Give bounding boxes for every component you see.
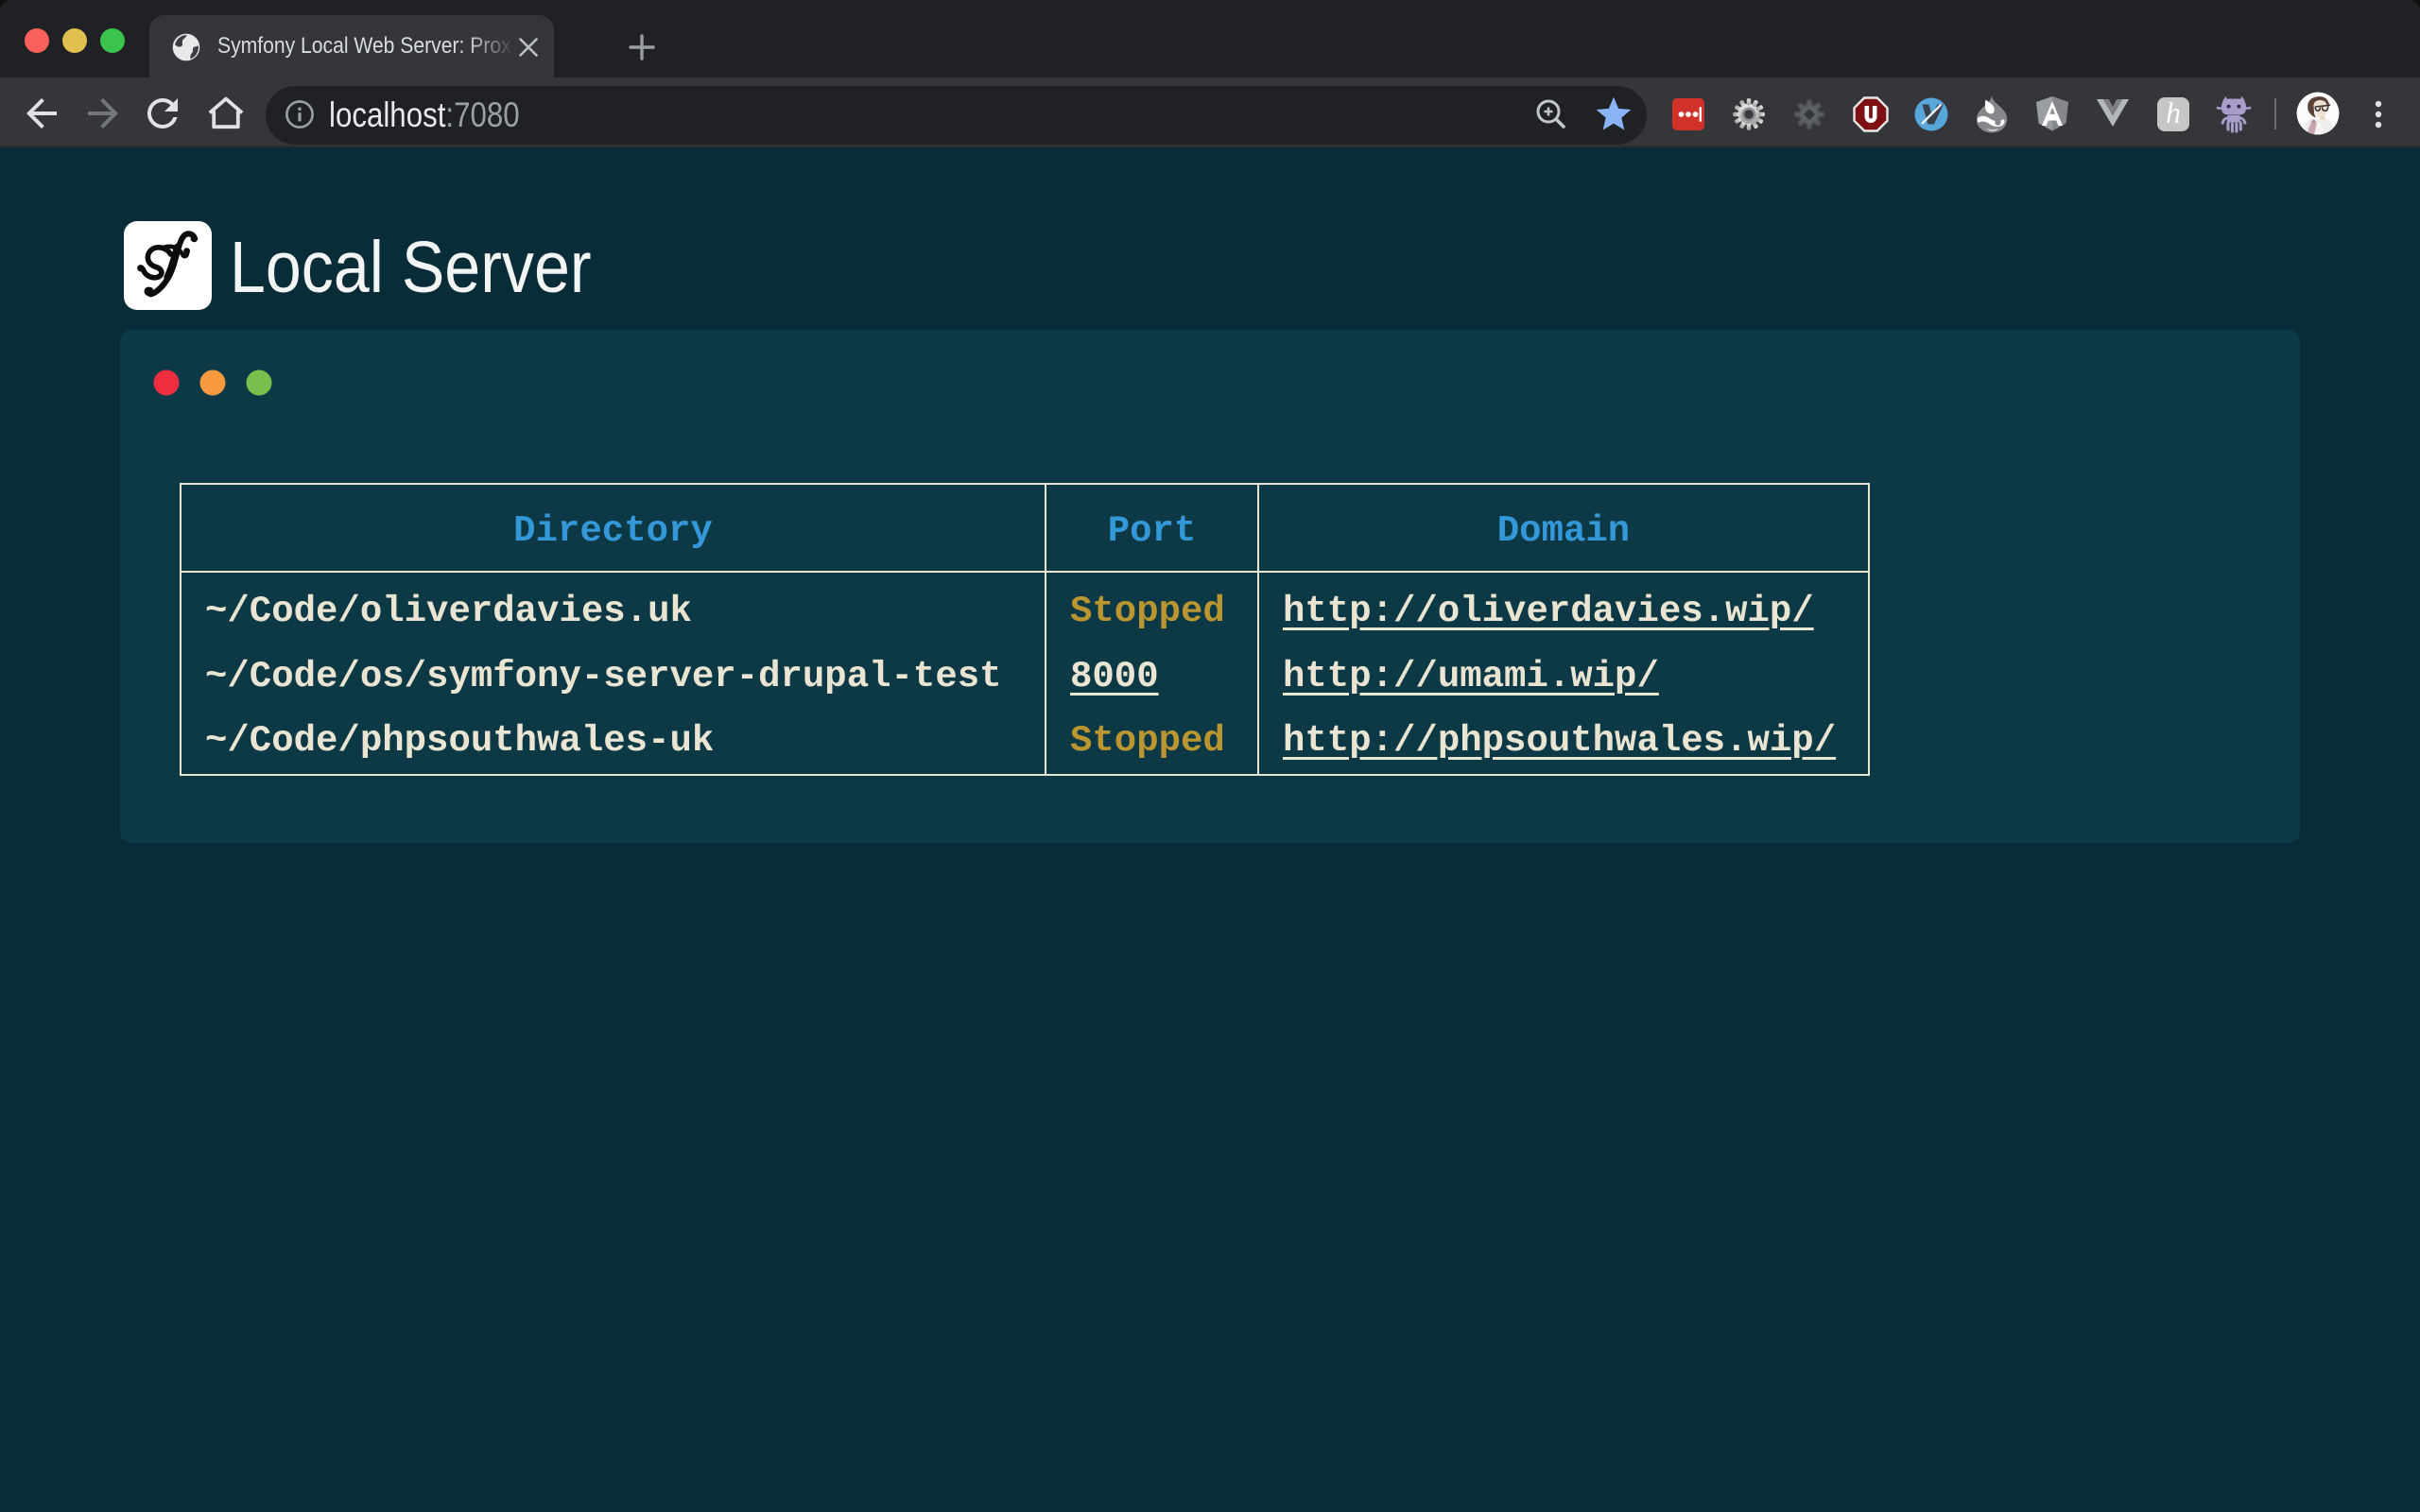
svg-text:h: h [2166, 95, 2181, 129]
